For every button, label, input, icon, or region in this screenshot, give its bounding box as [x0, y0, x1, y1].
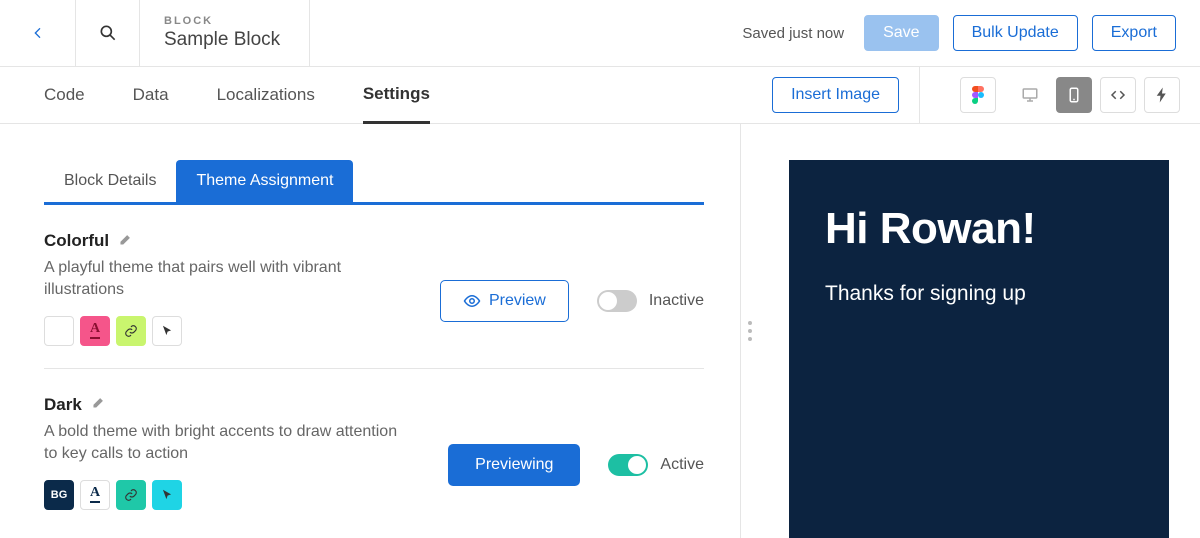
back-button[interactable] [0, 0, 76, 66]
text-color-icon: A [90, 322, 100, 339]
search-icon [98, 23, 118, 43]
previewing-button[interactable]: Previewing [448, 444, 580, 486]
swatch-text-color[interactable]: A [80, 480, 110, 510]
preview-subheading: Thanks for signing up [825, 282, 1133, 306]
swatch-background[interactable]: BG [44, 480, 74, 510]
edit-theme-button[interactable] [119, 232, 133, 251]
swatch-background[interactable] [44, 316, 74, 346]
subtabs: Block Details Theme Assignment [44, 160, 704, 205]
lightning-button[interactable] [1144, 77, 1180, 113]
theme-active-toggle[interactable] [597, 290, 637, 312]
tab-data[interactable]: Data [133, 67, 169, 123]
code-view-button[interactable] [1100, 77, 1136, 113]
title-block: BLOCK Sample Block [140, 0, 310, 66]
code-icon [1109, 86, 1127, 104]
header: BLOCK Sample Block Saved just now Save B… [0, 0, 1200, 67]
subtab-theme-assignment[interactable]: Theme Assignment [176, 160, 353, 202]
cursor-icon [160, 488, 174, 502]
preview-heading: Hi Rowan! [825, 204, 1133, 254]
theme-status-label: Inactive [649, 292, 704, 310]
theme-name: Colorful [44, 231, 109, 251]
lightning-icon [1153, 86, 1171, 104]
swatch-link-color[interactable] [116, 480, 146, 510]
subtab-block-details[interactable]: Block Details [44, 160, 176, 202]
theme-status-label: Active [660, 456, 704, 474]
link-icon [124, 324, 138, 338]
splitter-handle[interactable] [740, 124, 758, 538]
settings-pane: Block Details Theme Assignment Colorful … [0, 124, 740, 538]
figma-icon [969, 86, 987, 104]
cursor-icon [160, 324, 174, 338]
desktop-icon [1021, 86, 1039, 104]
theme-description: A playful theme that pairs well with vib… [44, 257, 404, 302]
mobile-icon [1065, 86, 1083, 104]
eye-icon [463, 292, 481, 310]
link-icon [124, 488, 138, 502]
save-button[interactable]: Save [864, 15, 938, 51]
insert-image-button[interactable]: Insert Image [772, 77, 899, 113]
preview-button[interactable]: Preview [440, 280, 569, 322]
title-eyebrow: BLOCK [164, 15, 285, 27]
swatch-cursor-color[interactable] [152, 316, 182, 346]
saved-status: Saved just now [742, 25, 844, 42]
edit-theme-button[interactable] [92, 395, 106, 414]
desktop-view-button[interactable] [1012, 77, 1048, 113]
tab-settings[interactable]: Settings [363, 68, 430, 124]
mobile-view-button[interactable] [1056, 77, 1092, 113]
pencil-icon [119, 232, 133, 246]
page-title: Sample Block [164, 29, 285, 51]
tab-localizations[interactable]: Localizations [217, 67, 315, 123]
theme-active-toggle[interactable] [608, 454, 648, 476]
figma-button[interactable] [960, 77, 996, 113]
theme-card: Dark A bold theme with bright accents to… [44, 369, 704, 532]
swatch-text-color[interactable]: A [80, 316, 110, 346]
swatch-link-color[interactable] [116, 316, 146, 346]
bulk-update-button[interactable]: Bulk Update [953, 15, 1078, 51]
preview-pane: Hi Rowan! Thanks for signing up [758, 124, 1200, 538]
theme-description: A bold theme with bright accents to draw… [44, 421, 404, 466]
theme-card: Colorful A playful theme that pairs well… [44, 205, 704, 369]
text-color-icon: A [90, 486, 100, 503]
pencil-icon [92, 395, 106, 409]
swatch-cursor-color[interactable] [152, 480, 182, 510]
preview-button-label: Previewing [475, 456, 553, 474]
chevron-left-icon [30, 25, 46, 41]
preview-button-label: Preview [489, 292, 546, 310]
export-button[interactable]: Export [1092, 15, 1176, 51]
theme-name: Dark [44, 395, 82, 415]
search-button[interactable] [76, 0, 140, 66]
tab-code[interactable]: Code [44, 67, 85, 123]
device-preview: Hi Rowan! Thanks for signing up [789, 160, 1169, 538]
tabs-row: Code Data Localizations Settings Insert … [0, 67, 1200, 124]
